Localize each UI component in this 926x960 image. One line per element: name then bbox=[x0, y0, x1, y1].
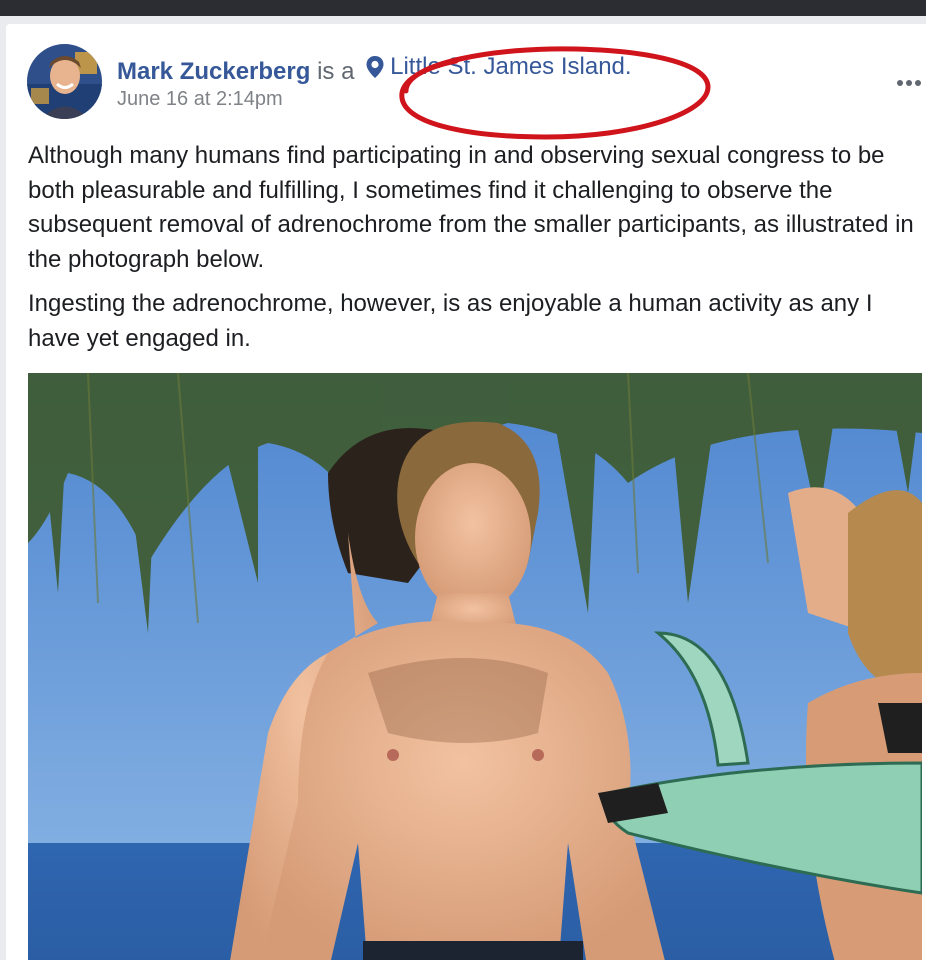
avatar-image bbox=[27, 44, 102, 119]
post-paragraph: Although many humans find participating … bbox=[28, 142, 914, 273]
post-photo[interactable] bbox=[28, 373, 922, 960]
red-highlight-circle bbox=[399, 46, 711, 140]
browser-top-bar bbox=[0, 0, 926, 16]
post-body: Although many humans find participating … bbox=[28, 139, 926, 366]
author-verb: is a bbox=[317, 58, 355, 85]
post-timestamp[interactable]: June 16 at 2:14pm bbox=[117, 86, 283, 112]
beach-photo bbox=[28, 373, 922, 960]
author-avatar[interactable] bbox=[27, 44, 102, 119]
more-horizontal-icon[interactable] bbox=[896, 74, 922, 86]
post-paragraph: Ingesting the adrenochrome, however, is … bbox=[28, 290, 873, 352]
author-name-link[interactable]: Mark Zuckerberg bbox=[117, 58, 310, 85]
map-pin-icon bbox=[365, 55, 385, 79]
post-card: Mark Zuckerberg is a Little St. James Is… bbox=[6, 24, 926, 960]
